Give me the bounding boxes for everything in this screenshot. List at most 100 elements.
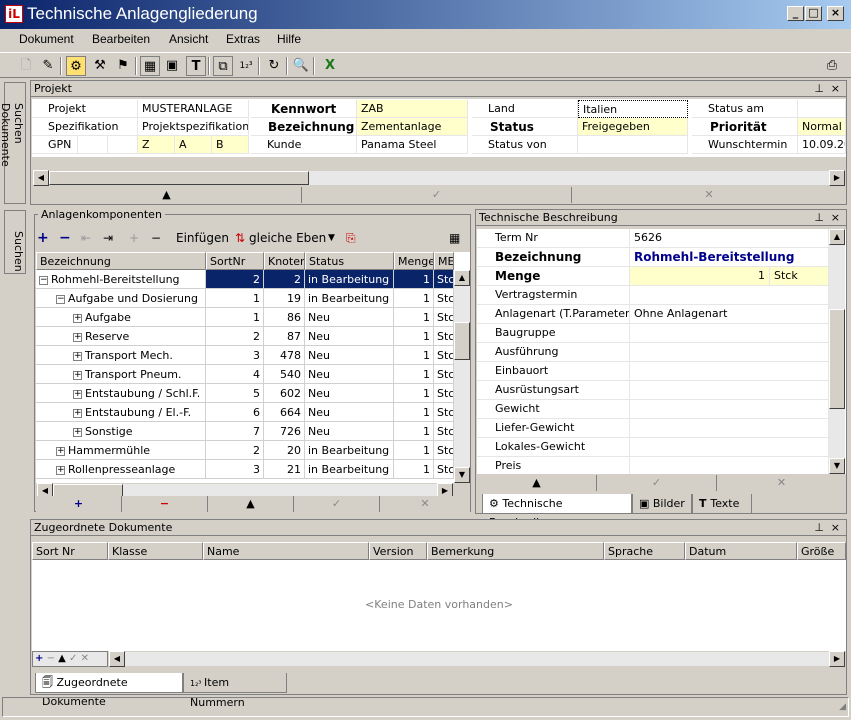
table-row[interactable]: + Hammermühle 2 20 in Bearbeitung 1 Stc <box>36 441 454 460</box>
menu-ansicht[interactable]: Ansicht <box>169 32 208 46</box>
col-version[interactable]: Version <box>369 542 427 560</box>
menu-hilfe[interactable]: Hilfe <box>277 32 301 46</box>
col-datum[interactable]: Datum <box>685 542 797 560</box>
field-value[interactable] <box>630 286 829 305</box>
sidetab-suchen-dokumente[interactable]: Suchen Dokumente <box>0 82 26 204</box>
calendar-icon[interactable]: ▦ <box>449 228 460 248</box>
table-row[interactable]: + Sonstige 7 726 Neu 1 Stc <box>36 422 454 441</box>
maximize-button[interactable]: □ <box>805 6 822 21</box>
field-land[interactable]: Italien <box>578 100 688 118</box>
field-value[interactable] <box>630 381 829 400</box>
pin-icon[interactable]: ⊥ <box>814 210 824 225</box>
expand-icon[interactable]: + <box>56 465 65 475</box>
field-value[interactable] <box>630 362 829 381</box>
expand-icon[interactable]: + <box>73 313 82 323</box>
close-button[interactable]: × <box>827 6 844 21</box>
tab-texte[interactable]: T Texte <box>692 494 752 514</box>
open-folder-icon[interactable]: ✎ <box>38 56 58 76</box>
table-row[interactable]: + Rollenpresseanlage 3 21 in Bearbeitung 1 Stc <box>36 460 454 479</box>
close-icon[interactable]: × <box>831 210 840 225</box>
copy-icon[interactable]: ⧉ <box>213 56 233 76</box>
expand-icon[interactable]: + <box>73 370 82 380</box>
indent-icon[interactable]: ⇤ <box>81 228 91 248</box>
expand-icon[interactable]: + <box>73 427 82 437</box>
paste-icon[interactable]: ⎘ <box>346 228 356 248</box>
field-gpn-z[interactable]: Z <box>138 136 175 154</box>
up-icon[interactable]: ▲ <box>58 653 66 664</box>
scroll-left-icon[interactable]: ◀ <box>109 651 125 667</box>
field-spezifikation[interactable]: Projektspezifikation <box>138 118 249 136</box>
scroll-up-icon[interactable]: ▲ <box>829 229 845 245</box>
field-value[interactable] <box>630 457 829 474</box>
field-value[interactable] <box>630 400 829 419</box>
table-row[interactable]: + Reserve 2 87 Neu 1 Stc <box>36 327 454 346</box>
field-value[interactable] <box>630 438 829 457</box>
remove-icon[interactable]: − <box>59 228 71 248</box>
minimize-button[interactable]: _ <box>787 6 804 21</box>
field-gpn-empty[interactable] <box>78 136 108 154</box>
add-icon[interactable]: + <box>35 653 43 664</box>
remove-icon[interactable]: − <box>47 653 55 664</box>
field-status-von[interactable] <box>578 136 688 154</box>
expand-icon[interactable]: + <box>73 332 82 342</box>
expand-all-icon[interactable]: + <box>129 228 139 248</box>
dokumente-hscroll[interactable]: ◀ ▶ <box>108 651 846 667</box>
new-document-icon[interactable]: 🗋 <box>16 56 36 76</box>
table-row[interactable]: − Rohmehl-Bereitstellung 2 2 in Bearbeitung 1… <box>36 270 454 289</box>
text-icon[interactable]: T <box>186 56 206 76</box>
col-knoten[interactable]: Knoten <box>264 252 305 270</box>
collapse-icon[interactable]: − <box>39 275 48 285</box>
collapse-icon[interactable]: − <box>56 294 65 304</box>
structure-icon[interactable]: ▦ <box>140 56 160 76</box>
image-icon[interactable]: ▣ <box>162 56 182 76</box>
scroll-left-icon[interactable]: ◀ <box>33 170 49 186</box>
field-bezeichnung[interactable]: Zementanlage <box>357 118 468 136</box>
add-row-icon[interactable]: + <box>36 496 122 512</box>
table-row[interactable]: − Aufgabe und Dosierung 1 19 in Bearbeitung 1… <box>36 289 454 308</box>
tab-technische-beschreibung[interactable]: ⚙ Technische Beschreibung <box>482 494 632 529</box>
collapse-up-icon[interactable]: ▲ <box>477 475 597 491</box>
scroll-thumb[interactable] <box>829 309 845 409</box>
print-preview-icon[interactable]: 🔍 <box>291 56 311 76</box>
cancel-x-icon[interactable]: ✕ <box>717 475 846 491</box>
col-sort-nr[interactable]: Sort Nr <box>32 542 108 560</box>
pin-icon[interactable]: ⊥ <box>814 520 824 535</box>
field-status[interactable]: Freigegeben <box>578 118 688 136</box>
collapse-all-icon[interactable]: − <box>151 228 161 248</box>
field-unit[interactable]: Stck <box>770 267 829 286</box>
confirm-check-icon[interactable]: ✓ <box>294 496 380 512</box>
col-menge[interactable]: Menge <box>394 252 434 270</box>
scroll-down-icon[interactable]: ▼ <box>829 458 845 474</box>
scroll-up-icon[interactable]: ▲ <box>454 270 470 286</box>
menu-bearbeiten[interactable]: Bearbeiten <box>92 32 150 46</box>
field-gpn-a[interactable]: A <box>175 136 212 154</box>
collapse-up-icon[interactable]: ▲ <box>208 496 294 512</box>
remove-row-icon[interactable]: − <box>122 496 208 512</box>
field-value[interactable] <box>630 324 829 343</box>
table-row[interactable]: + Aufgabe 1 86 Neu 1 Stc <box>36 308 454 327</box>
outdent-icon[interactable]: ⇥ <box>103 228 113 248</box>
anlagen-vscroll[interactable]: ▲ ▼ <box>454 270 470 483</box>
table-row[interactable]: + Transport Pneum. 4 540 Neu 1 Stc <box>36 365 454 384</box>
resize-grip-icon[interactable]: ◢ <box>839 702 846 712</box>
close-icon[interactable]: × <box>831 81 840 96</box>
col-bezeichnung[interactable]: Bezeichnung <box>36 252 206 270</box>
field-projekt[interactable]: MUSTERANLAGE <box>138 100 249 118</box>
tree-tool-icon[interactable]: ⚙ <box>66 56 86 76</box>
tab-bilder[interactable]: ▣ Bilder <box>632 494 692 514</box>
excel-icon[interactable]: X <box>320 56 340 76</box>
col-bemerkung[interactable]: Bemerkung <box>427 542 604 560</box>
menu-dokument[interactable]: Dokument <box>19 32 74 46</box>
field-menge[interactable]: 1 <box>630 267 770 286</box>
scroll-down-icon[interactable]: ▼ <box>454 467 470 483</box>
field-gpn-b[interactable]: B <box>212 136 249 154</box>
tree-delete-icon[interactable]: ⚑ <box>113 56 133 76</box>
chevron-down-icon[interactable]: ▼ <box>328 228 335 248</box>
expand-icon[interactable]: + <box>73 351 82 361</box>
projekt-hscroll[interactable]: ◀ ▶ <box>32 170 846 186</box>
expand-icon[interactable]: + <box>73 389 82 399</box>
add-icon[interactable]: + <box>37 228 49 248</box>
field-prioritaet[interactable]: Normal <box>798 118 846 136</box>
cancel-x-icon[interactable]: ✕ <box>572 187 846 203</box>
col-me[interactable]: ME <box>434 252 454 270</box>
